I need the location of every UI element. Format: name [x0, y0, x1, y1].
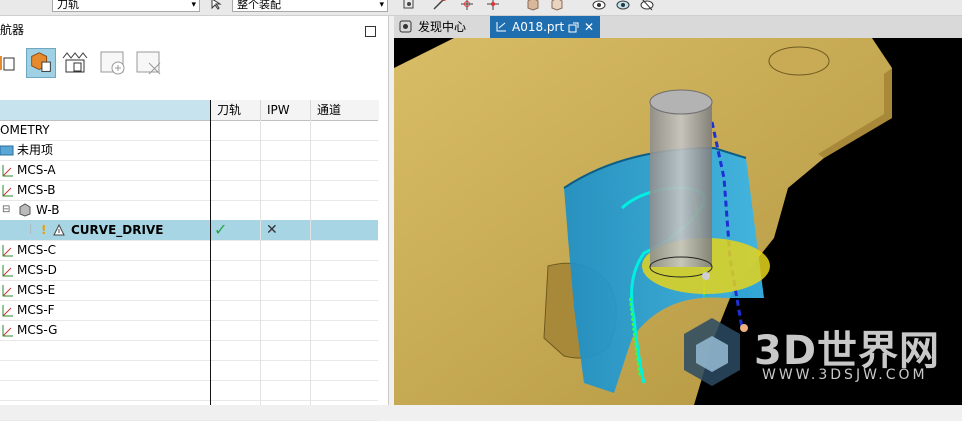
- toolpath-filter-value: 刀轨: [57, 0, 79, 11]
- tree-row-unused[interactable]: 未用项: [0, 140, 378, 161]
- program-order-view-icon[interactable]: [0, 48, 22, 78]
- mcs-axis-icon: [2, 305, 13, 317]
- tree-row-geometry[interactable]: OMETRY: [0, 120, 378, 141]
- discovery-icon: [399, 20, 412, 33]
- chevron-down-icon: ▾: [379, 0, 384, 10]
- assembly-scope-value: 整个装配: [237, 0, 281, 11]
- watermark-url: WWW.3DSJW.COM: [762, 367, 928, 383]
- tree-row-label: W-B: [36, 203, 60, 217]
- tree-row-label: 未用项: [17, 143, 54, 157]
- toolpath-filter-combo[interactable]: 刀轨 ▾: [52, 0, 200, 12]
- tool-shank: [650, 102, 712, 267]
- tree-row-mcs-g[interactable]: MCS-G: [0, 320, 378, 341]
- empty-row: [0, 400, 378, 421]
- operation-navigator: 航器 刀轨 IPW 通道 OMETRY 未用项 MCS-A MCS-B ⊟ W-…: [0, 16, 389, 421]
- mcs-axis-icon: [2, 185, 13, 197]
- column-name[interactable]: [0, 100, 210, 120]
- tool-point: [702, 272, 710, 280]
- top-toolbar: 刀轨 ▾ 整个装配 ▾: [0, 0, 962, 16]
- machine-tool-view-icon[interactable]: [60, 48, 90, 78]
- column-pass[interactable]: 通道: [310, 100, 379, 120]
- tree-row-label: MCS-D: [17, 263, 57, 277]
- tree-row-label: MCS-A: [17, 163, 56, 177]
- tab-label: A018.prt: [512, 20, 565, 34]
- workpiece-icon: [19, 203, 31, 217]
- control-point-icon[interactable]: [486, 0, 500, 11]
- tab-label: 发现中心: [418, 20, 467, 34]
- tree-row-label: MCS-G: [17, 323, 58, 337]
- tree-row-label: MCS-F: [17, 303, 55, 317]
- tab-discovery-center[interactable]: 发现中心: [394, 16, 488, 38]
- tool-top: [649, 89, 713, 115]
- collapse-toggle-icon[interactable]: ⊟: [2, 200, 10, 220]
- tree-row-label: MCS-B: [17, 183, 56, 197]
- tree-row-label: CURVE_DRIVE: [71, 223, 164, 237]
- mid-point-icon[interactable]: [460, 0, 474, 11]
- navigator-title: 航器: [0, 23, 25, 37]
- part-file-icon: [496, 22, 506, 32]
- chevron-down-icon: ▾: [191, 0, 196, 10]
- empty-row: [0, 340, 378, 361]
- eye-hidden-icon[interactable]: [640, 0, 654, 11]
- mcs-axis-icon: [2, 285, 13, 297]
- float-window-icon[interactable]: [568, 22, 579, 33]
- empty-row: [0, 380, 378, 401]
- graphics-viewport[interactable]: 3D世界网 WWW.3DSJW.COM: [394, 38, 962, 405]
- column-divider: [210, 100, 211, 405]
- document-tabs: 发现中心 A018.prt ✕: [394, 16, 962, 38]
- column-divider: [310, 120, 311, 405]
- column-divider: [260, 120, 261, 405]
- tree-row-curve-drive[interactable]: ┆ ! CURVE_DRIVE ✓ ✕: [0, 220, 378, 241]
- geometry-view-icon[interactable]: [26, 48, 56, 78]
- grid-header: 刀轨 IPW 通道: [0, 100, 379, 121]
- tree-row-mcs-f[interactable]: MCS-F: [0, 300, 378, 321]
- mcs-axis-icon: [2, 245, 13, 257]
- tree-row-mcs-c[interactable]: MCS-C: [0, 240, 378, 261]
- tree-row-mcs-b[interactable]: MCS-B: [0, 180, 378, 201]
- mcs-axis-icon: [2, 265, 13, 277]
- add-view-icon[interactable]: [98, 48, 128, 78]
- tree-row-label: OMETRY: [0, 123, 50, 137]
- mcs-axis-icon: [2, 165, 13, 177]
- tree-connector: ┆: [28, 225, 34, 235]
- operation-icon: [53, 223, 65, 236]
- shaded-cube-icon[interactable]: [526, 0, 540, 11]
- mcs-axis-icon: [2, 325, 13, 337]
- navigator-toolbar: [0, 46, 388, 80]
- brand-logo-icon: [684, 318, 740, 386]
- ipw-status-icon: ✕: [266, 222, 278, 238]
- assembly-scope-combo[interactable]: 整个装配 ▾: [232, 0, 388, 12]
- selection-scope-icon[interactable]: [210, 0, 224, 11]
- restore-panel-icon[interactable]: [365, 26, 376, 37]
- toolpath-status-icon: ✓: [214, 220, 228, 239]
- snap-point-icon[interactable]: [402, 0, 416, 11]
- empty-row: [0, 360, 378, 381]
- tree-row-label: MCS-C: [17, 243, 57, 257]
- tab-a018-prt[interactable]: A018.prt ✕: [490, 16, 600, 38]
- tree-row-mcs-e[interactable]: MCS-E: [0, 280, 378, 301]
- end-point-icon[interactable]: [432, 0, 446, 11]
- folder-icon: [0, 145, 14, 156]
- part-hole: [768, 46, 830, 76]
- column-toolpath[interactable]: 刀轨: [210, 100, 261, 120]
- wireframe-cube-icon[interactable]: [550, 0, 564, 11]
- tree-row-mcs-a[interactable]: MCS-A: [0, 160, 378, 181]
- tree-row-w-b[interactable]: ⊟ W-B: [0, 200, 378, 221]
- tree-row-mcs-d[interactable]: MCS-D: [0, 260, 378, 281]
- close-tab-icon[interactable]: ✕: [584, 16, 594, 38]
- warning-icon: !: [41, 223, 47, 237]
- tree-row-label: MCS-E: [17, 283, 56, 297]
- eye-icon[interactable]: [616, 0, 630, 11]
- column-ipw[interactable]: IPW: [260, 100, 311, 120]
- remove-view-icon[interactable]: [134, 48, 164, 78]
- eye-icon[interactable]: [592, 0, 606, 11]
